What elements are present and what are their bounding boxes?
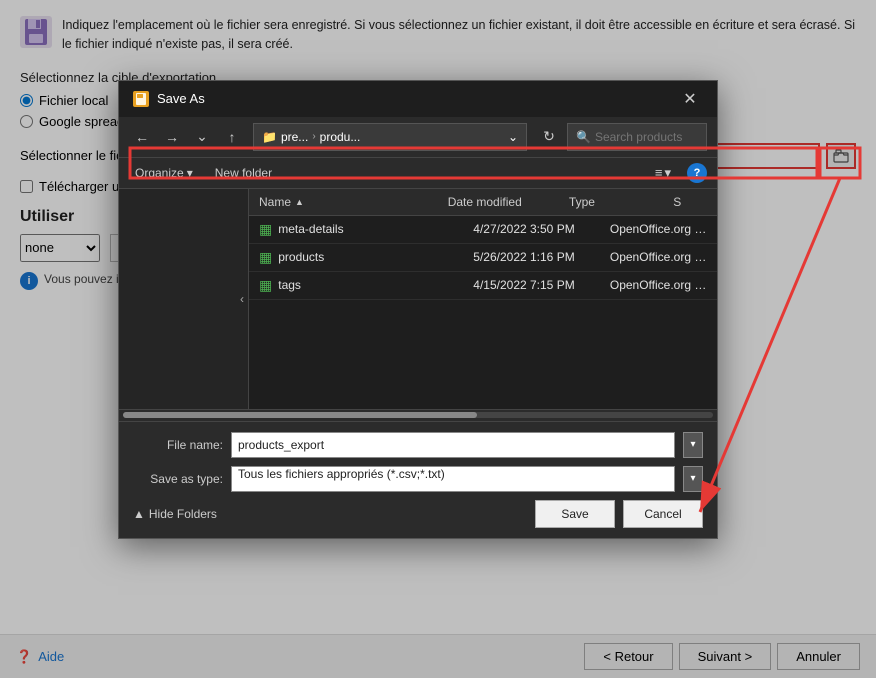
- dialog-title-icon: [133, 91, 149, 107]
- scrollbar-thumb: [123, 412, 477, 418]
- table-row[interactable]: ▦ products 5/26/2022 1:16 PM OpenOffice.…: [249, 244, 717, 272]
- organize-label: Organize: [135, 166, 184, 180]
- col-header-size[interactable]: S: [663, 193, 717, 211]
- file-date: 4/27/2022 3:50 PM: [463, 222, 600, 236]
- nav-forward-button[interactable]: →: [159, 124, 185, 150]
- file-icon: ▦: [259, 277, 272, 294]
- file-name-input[interactable]: [231, 432, 675, 458]
- dialog-buttons: Save Cancel: [535, 500, 703, 528]
- breadcrumb-bar: 📁 pre... › produ... ⌄: [253, 123, 527, 151]
- dialog-title-left: Save As: [133, 91, 205, 107]
- breadcrumb-folder-icon: 📁: [262, 130, 277, 144]
- search-box: 🔍: [567, 123, 707, 151]
- organize-button[interactable]: Organize ▾: [129, 163, 199, 183]
- breadcrumb-pre: pre...: [281, 130, 308, 144]
- file-date: 5/26/2022 1:16 PM: [463, 250, 600, 264]
- table-row[interactable]: ▦ tags 4/15/2022 7:15 PM OpenOffice.org …: [249, 272, 717, 300]
- file-name-row: File name: ▾: [133, 432, 703, 458]
- help-button[interactable]: ?: [687, 163, 707, 183]
- nav-back-button[interactable]: ←: [129, 124, 155, 150]
- breadcrumb-produ: produ...: [320, 130, 361, 144]
- nav-up-button[interactable]: ↑: [219, 124, 245, 150]
- save-as-type-dropdown[interactable]: ▾: [683, 466, 703, 492]
- file-icon: ▦: [259, 249, 272, 266]
- view-icon: ≡: [655, 165, 663, 180]
- dialog-nav: ← → ⌄ ↑ 📁 pre... › produ... ⌄ ↻ 🔍: [119, 117, 717, 158]
- dialog-close-button[interactable]: ✕: [677, 86, 703, 112]
- save-as-dialog: Save As ✕ ← → ⌄ ↑ 📁 pre... › produ... ⌄ …: [118, 80, 718, 539]
- dialog-action-row: ▲ Hide Folders Save Cancel: [133, 500, 703, 528]
- dialog-cancel-button[interactable]: Cancel: [623, 500, 703, 528]
- hide-folders-chevron-icon: ▲: [133, 507, 145, 521]
- file-type: OpenOffice.org 1....: [600, 250, 717, 264]
- file-name: products: [278, 250, 324, 264]
- breadcrumb-chevron: ›: [312, 131, 315, 142]
- sidebar-collapse-icon[interactable]: ‹: [240, 292, 244, 306]
- dialog-titlebar: Save As ✕: [119, 81, 717, 117]
- file-name: meta-details: [278, 222, 343, 236]
- file-name-cell: ▦ tags: [249, 277, 463, 294]
- file-name-dropdown[interactable]: ▾: [683, 432, 703, 458]
- file-name-label: File name:: [133, 438, 223, 452]
- dialog-save-button[interactable]: Save: [535, 500, 615, 528]
- view-button[interactable]: ≡ ▾: [649, 162, 677, 184]
- dialog-toolbar: Organize ▾ New folder ≡ ▾ ?: [119, 158, 717, 189]
- search-input[interactable]: [595, 130, 698, 144]
- search-icon: 🔍: [576, 130, 591, 144]
- scrollbar-area: [119, 409, 717, 421]
- col-header-type[interactable]: Type: [559, 193, 663, 211]
- file-list-area: Name ▲ Date modified Type S: [249, 189, 717, 409]
- col-header-date[interactable]: Date modified: [438, 193, 559, 211]
- breadcrumb-dropdown-button[interactable]: ⌄: [508, 130, 518, 144]
- sidebar-panel: ‹: [119, 189, 249, 409]
- file-date: 4/15/2022 7:15 PM: [463, 278, 600, 292]
- file-name-cell: ▦ products: [249, 249, 463, 266]
- file-name: tags: [278, 278, 301, 292]
- hide-folders-label: Hide Folders: [149, 507, 217, 521]
- file-icon: ▦: [259, 221, 272, 238]
- table-row[interactable]: ▦ meta-details 4/27/2022 3:50 PM OpenOff…: [249, 216, 717, 244]
- file-rows-container: ▦ meta-details 4/27/2022 3:50 PM OpenOff…: [249, 216, 717, 300]
- save-as-type-row: Save as type: Tous les fichiers appropri…: [133, 466, 703, 492]
- hide-folders-button[interactable]: ▲ Hide Folders: [133, 507, 217, 521]
- dialog-bottom: File name: ▾ Save as type: Tous les fich…: [119, 421, 717, 538]
- refresh-button[interactable]: ↻: [535, 123, 563, 151]
- file-type: OpenOffice.org 1....: [600, 222, 717, 236]
- scrollbar-track[interactable]: [123, 412, 713, 418]
- nav-down-button[interactable]: ⌄: [189, 124, 215, 150]
- col-header-name[interactable]: Name ▲: [249, 193, 438, 211]
- dialog-overlay: Save As ✕ ← → ⌄ ↑ 📁 pre... › produ... ⌄ …: [0, 0, 876, 678]
- file-list-header: Name ▲ Date modified Type S: [249, 189, 717, 216]
- organize-chevron-icon: ▾: [187, 166, 193, 180]
- save-as-type-label: Save as type:: [133, 472, 223, 486]
- dialog-body: ‹ Name ▲ Date modified Type: [119, 189, 717, 409]
- view-chevron-icon: ▾: [664, 165, 671, 181]
- sort-arrow-icon: ▲: [295, 197, 304, 207]
- file-name-cell: ▦ meta-details: [249, 221, 463, 238]
- dialog-title: Save As: [157, 91, 205, 106]
- main-page: Indiquez l'emplacement où le fichier ser…: [0, 0, 876, 678]
- save-as-type-select[interactable]: Tous les fichiers appropriés (*.csv;*.tx…: [231, 466, 675, 492]
- new-folder-button[interactable]: New folder: [209, 163, 278, 183]
- file-type: OpenOffice.org 1....: [600, 278, 717, 292]
